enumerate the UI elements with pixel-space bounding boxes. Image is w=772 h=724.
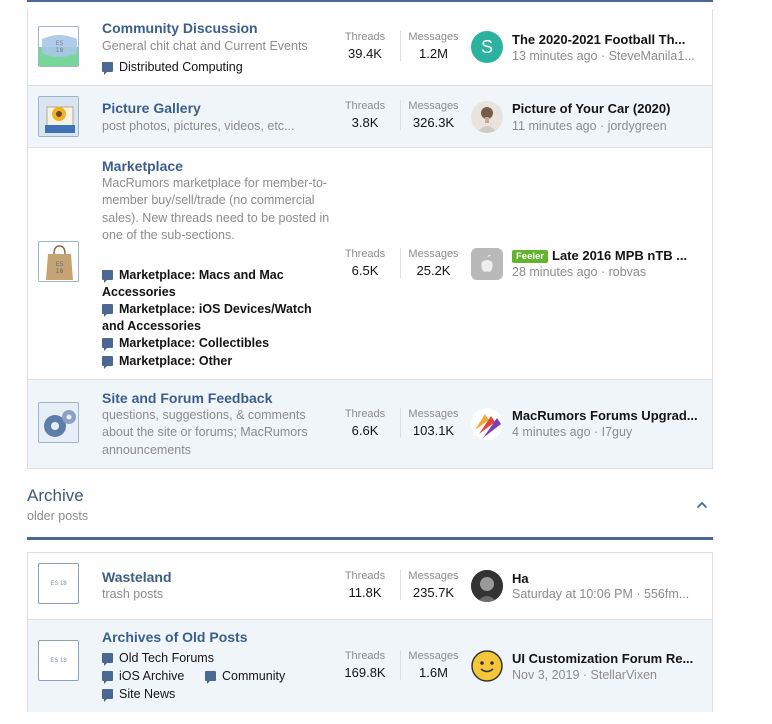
avatar[interactable] bbox=[471, 248, 503, 280]
forum-title[interactable]: Marketplace bbox=[102, 158, 183, 174]
messages-stat: Messages 326.3K bbox=[400, 100, 466, 130]
svg-text:18: 18 bbox=[56, 268, 64, 275]
forum-title[interactable]: Wasteland bbox=[102, 569, 172, 585]
forum-description: General chit chat and Current Events bbox=[102, 39, 308, 53]
latest-thread-meta[interactable]: Nov 3, 2019 · StellarVixen bbox=[512, 668, 704, 682]
archive-top-bar bbox=[27, 537, 713, 540]
avatar[interactable] bbox=[471, 570, 503, 602]
forum-title[interactable]: Archives of Old Posts bbox=[102, 629, 247, 645]
svg-text:18: 18 bbox=[56, 47, 64, 54]
latest-thread-meta[interactable]: 11 minutes ago · jordygreen bbox=[512, 119, 704, 133]
forum-title[interactable]: Site and Forum Feedback bbox=[102, 390, 272, 406]
chat-bubble-icon bbox=[102, 653, 113, 666]
subforum-link[interactable]: Marketplace: iOS Devices/Watch and Acces… bbox=[102, 301, 330, 335]
forum-description: questions, suggestions, & comments about… bbox=[102, 408, 308, 457]
forum-row-archives-old-posts[interactable]: ES 18 Archives of Old Posts Old Tech For… bbox=[28, 619, 712, 712]
forum-icon bbox=[38, 96, 79, 137]
chat-bubble-icon bbox=[102, 671, 113, 684]
subforum-link[interactable]: Distributed Computing bbox=[102, 59, 330, 76]
forum-icon: ES 18 bbox=[38, 640, 79, 681]
subforum-link[interactable]: Marketplace: Collectibles bbox=[102, 335, 330, 352]
avatar[interactable]: S bbox=[471, 31, 503, 63]
forum-icon-caption: ES 18 bbox=[50, 657, 67, 664]
subforum-link[interactable]: Marketplace: Macs and Mac Accessories bbox=[102, 267, 330, 301]
latest-thread-title[interactable]: Feeler Late 2016 MPB nTB ... bbox=[512, 248, 704, 264]
forum-icon: ES 18 bbox=[38, 563, 79, 604]
threads-stat: Threads 11.8K bbox=[344, 570, 386, 600]
latest-thread-title[interactable]: The 2020-2021 Football Th... bbox=[512, 32, 704, 47]
forum-description: MacRumors marketplace for member-to-memb… bbox=[102, 176, 330, 242]
svg-text:ES: ES bbox=[56, 261, 64, 268]
chat-bubble-icon bbox=[102, 270, 113, 283]
forum-description: trash posts bbox=[102, 587, 164, 601]
subforum-link[interactable]: Old Tech Forums bbox=[102, 650, 330, 667]
messages-stat: Messages 1.6M bbox=[400, 650, 466, 680]
forum-row-site-feedback[interactable]: Site and Forum Feedback questions, sugge… bbox=[28, 379, 712, 468]
prefix-badge: Feeler bbox=[512, 250, 548, 263]
chat-bubble-icon bbox=[102, 356, 113, 369]
latest-thread-meta[interactable]: 4 minutes ago · I7guy bbox=[512, 425, 704, 439]
messages-stat: Messages 103.1K bbox=[400, 408, 466, 438]
forum-row-community-discussion[interactable]: ES 18 Community Discussion General chit … bbox=[28, 9, 712, 85]
chat-bubble-icon bbox=[102, 689, 113, 702]
subforum-link[interactable]: iOS Archive bbox=[102, 668, 184, 685]
threads-stat: Threads 3.8K bbox=[344, 100, 386, 130]
section-subtitle: older posts bbox=[27, 509, 89, 523]
archive-forum-list: ES 18 Wasteland trash posts Threads 11.8… bbox=[27, 552, 713, 712]
svg-text:ES: ES bbox=[56, 40, 64, 47]
forum-icon: ES 18 bbox=[38, 241, 79, 282]
latest-thread-title[interactable]: Ha bbox=[512, 571, 704, 586]
messages-stat: Messages 235.7K bbox=[400, 570, 466, 600]
forum-list: ES 18 Community Discussion General chit … bbox=[27, 9, 713, 469]
latest-thread-meta[interactable]: 28 minutes ago · robvas bbox=[512, 265, 704, 279]
messages-stat: Messages 25.2K bbox=[400, 248, 466, 278]
latest-thread-title[interactable]: MacRumors Forums Upgrad... bbox=[512, 408, 704, 423]
forum-row-picture-gallery[interactable]: Picture Gallery post photos, pictures, v… bbox=[28, 85, 712, 147]
section-title: Archive bbox=[27, 486, 84, 505]
latest-thread-title[interactable]: Picture of Your Car (2020) bbox=[512, 101, 704, 116]
forum-title[interactable]: Community Discussion bbox=[102, 20, 258, 36]
latest-thread-meta[interactable]: 13 minutes ago · SteveManila1... bbox=[512, 49, 704, 63]
threads-stat: Threads 6.6K bbox=[344, 408, 386, 438]
subforum-link[interactable]: Site News bbox=[102, 686, 330, 703]
forum-row-marketplace[interactable]: ES 18 Marketplace MacRumors marketplace … bbox=[28, 147, 712, 379]
category-top-bar bbox=[27, 0, 713, 2]
threads-stat: Threads 6.5K bbox=[344, 248, 386, 278]
messages-stat: Messages 1.2M bbox=[400, 31, 466, 61]
latest-thread-meta[interactable]: Saturday at 10:06 PM · 556fm... bbox=[512, 587, 704, 601]
forum-description: post photos, pictures, videos, etc... bbox=[102, 119, 295, 133]
chat-bubble-icon bbox=[102, 338, 113, 351]
avatar[interactable] bbox=[471, 650, 503, 682]
chat-bubble-icon bbox=[102, 62, 113, 75]
latest-thread-title[interactable]: UI Customization Forum Re... bbox=[512, 651, 704, 666]
avatar[interactable] bbox=[471, 408, 503, 440]
subforum-link[interactable]: Community bbox=[205, 668, 285, 685]
threads-stat: Threads 39.4K bbox=[344, 31, 386, 61]
forum-icon: ES 18 bbox=[38, 26, 79, 67]
forum-title[interactable]: Picture Gallery bbox=[102, 100, 201, 116]
chat-bubble-icon bbox=[205, 671, 216, 684]
forum-icon-caption: ES 18 bbox=[50, 580, 67, 587]
avatar[interactable] bbox=[471, 101, 503, 133]
forum-icon bbox=[38, 402, 79, 443]
chat-bubble-icon bbox=[102, 304, 113, 317]
subforum-link[interactable]: Marketplace: Other bbox=[102, 353, 330, 370]
forum-row-wasteland[interactable]: ES 18 Wasteland trash posts Threads 11.8… bbox=[28, 553, 712, 619]
chevron-up-icon[interactable] bbox=[695, 498, 709, 512]
threads-stat: Threads 169.8K bbox=[344, 650, 386, 680]
